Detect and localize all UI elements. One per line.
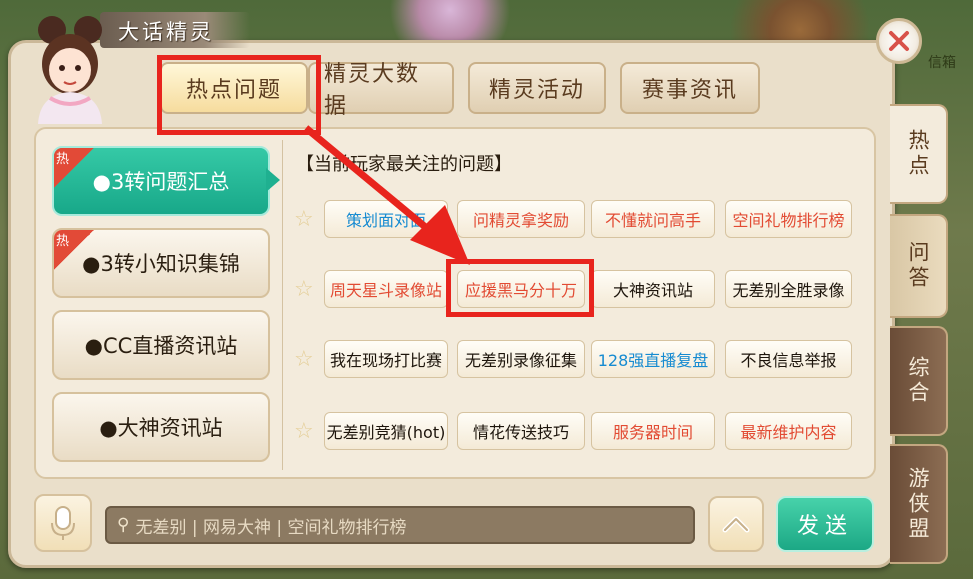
question-chip[interactable]: 不良信息举报 [725,340,852,378]
search-icon: ⚲ [117,515,130,535]
question-chip[interactable]: 情花传送技巧 [457,412,585,450]
question-chip[interactable]: 服务器时间 [591,412,715,450]
star-icon[interactable]: ☆ [294,278,318,302]
highlight-box-question [446,259,594,317]
category-cc-live-news[interactable]: ●CC直播资讯站 [52,310,270,380]
question-chip[interactable]: 不懂就问高手 [591,200,715,238]
question-chip[interactable]: 无差别全胜录像 [725,270,852,308]
tab-spirit-activities[interactable]: 精灵活动 [468,62,606,114]
hot-badge: 热 [54,230,96,272]
microphone-icon [51,506,75,540]
category-expert-news[interactable]: ●大神资讯站 [52,392,270,462]
highlight-box-tab [157,55,321,135]
question-chip[interactable]: 策划面对面 [324,200,448,238]
question-chip[interactable]: 大神资讯站 [591,270,715,308]
tab-event-news[interactable]: 赛事资讯 [620,62,760,114]
spirit-avatar [38,16,102,124]
star-icon[interactable]: ☆ [294,208,318,232]
voice-button[interactable] [34,494,92,552]
active-category-pointer [266,168,280,192]
side-tab-general[interactable]: 综合 [890,326,948,436]
question-chip[interactable]: 128强直播复盘 [591,340,715,378]
question-row: ☆ 我在现场打比赛 无差别录像征集 128强直播复盘 不良信息举报 [294,340,854,380]
mailbox-label[interactable]: 信箱 [928,52,956,72]
star-icon[interactable]: ☆ [294,420,318,444]
search-placeholder: 无差别 | 网易大神 | 空间礼物排行榜 [135,517,407,538]
category-label: ●3转小知识集锦 [82,252,240,276]
search-input[interactable]: ⚲ 无差别 | 网易大神 | 空间礼物排行榜 [105,506,695,544]
close-button[interactable] [876,18,922,64]
expand-button[interactable] [708,496,764,552]
question-chip[interactable]: 无差别录像征集 [457,340,585,378]
hot-badge: 热 [54,148,96,190]
close-icon [889,31,909,51]
side-tab-qa[interactable]: 问答 [890,214,948,318]
question-chip[interactable]: 问精灵拿奖励 [457,200,585,238]
question-chip[interactable]: 无差别竞猜(hot) [324,412,448,450]
side-tab-hot[interactable]: 热点 [890,104,948,204]
category-3rd-turn-summary[interactable]: 热 ●3转问题汇总 [52,146,270,216]
tab-spirit-big-data[interactable]: 精灵大数据 [308,62,454,119]
question-row: ☆ 策划面对面 问精灵拿奖励 不懂就问高手 空间礼物排行榜 [294,200,854,240]
category-label: ●大神资讯站 [99,416,223,440]
star-icon[interactable]: ☆ [294,348,318,372]
dialog-title: 大话精灵 [118,20,214,44]
category-label: ●CC直播资讯站 [84,334,238,358]
section-heading: 【当前玩家最关注的问题】 [296,154,512,175]
column-divider [282,140,283,470]
side-tab-ranger-league[interactable]: 游侠盟 [890,444,948,564]
category-label: ●3转问题汇总 [92,170,230,194]
question-chip[interactable]: 周天星斗录像站 [324,270,448,308]
question-row: ☆ 无差别竞猜(hot) 情花传送技巧 服务器时间 最新维护内容 [294,412,854,452]
question-chip[interactable]: 我在现场打比赛 [324,340,448,378]
question-chip[interactable]: 最新维护内容 [725,412,852,450]
send-button[interactable]: 发送 [776,496,874,552]
question-chip[interactable]: 空间礼物排行榜 [725,200,852,238]
category-3rd-turn-tips[interactable]: 热 ●3转小知识集锦 [52,228,270,298]
chevron-up-icon [722,516,750,533]
